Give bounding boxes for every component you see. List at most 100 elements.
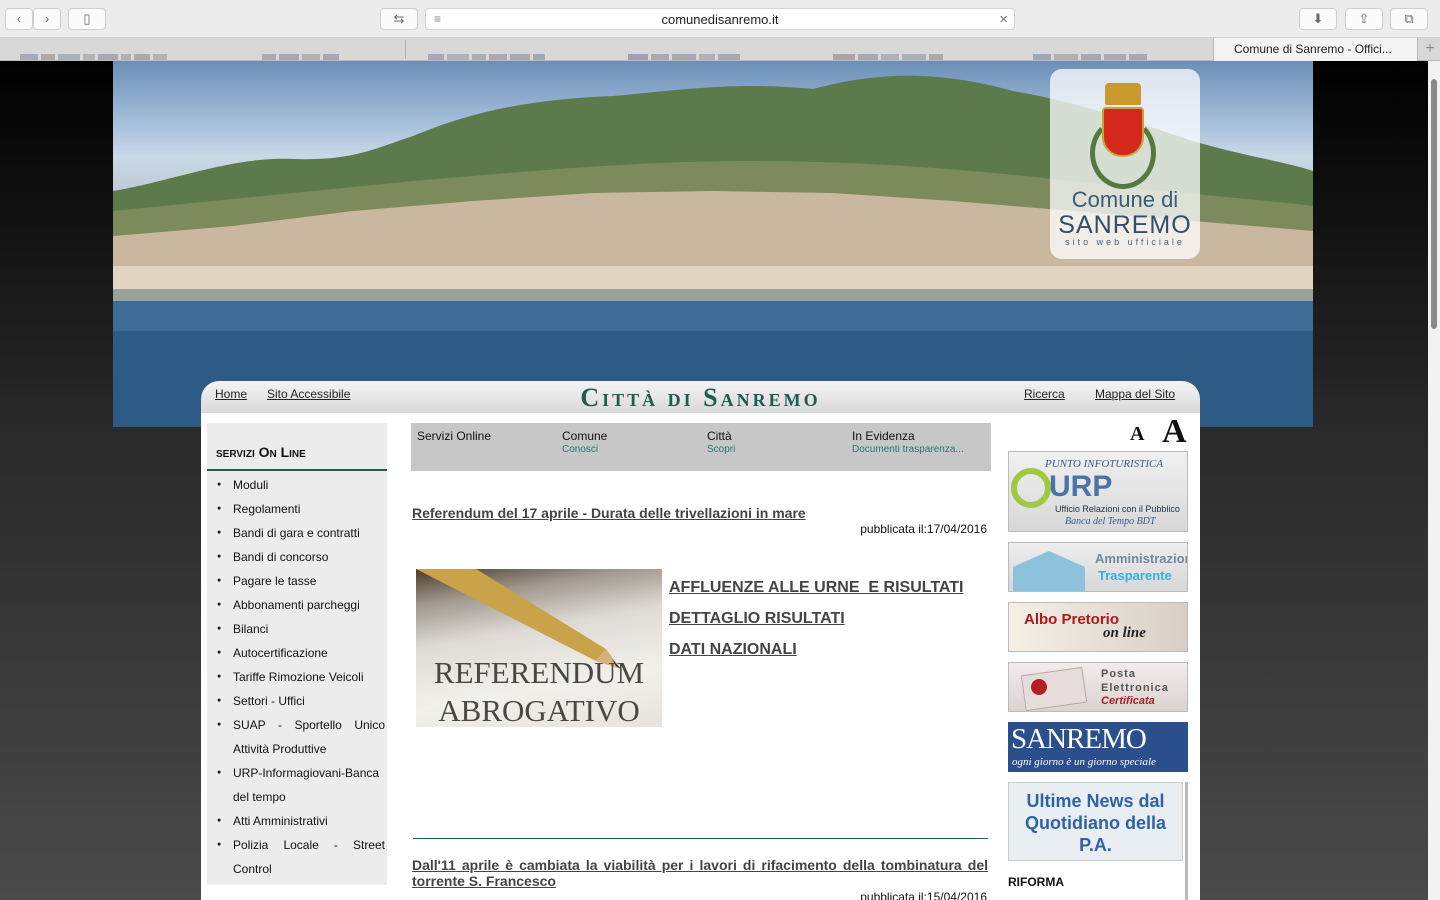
sidebar-item-bandi-concorso[interactable]: Bandi di concorso	[207, 545, 387, 569]
blurred-tab[interactable]	[428, 47, 548, 60]
share-icon: ⇪	[1358, 11, 1370, 26]
sidebar-divider	[207, 469, 387, 471]
tab-bar: Comune di Sanremo - Offici... +	[0, 38, 1440, 61]
sidebar-item-autocertificazione[interactable]: Autocertificazione	[207, 641, 387, 665]
tabs-overview-button[interactable]: ⧉	[1390, 8, 1428, 30]
sanremo-line2: ogni giorno è un giorno speciale	[1012, 756, 1156, 768]
blurred-tab[interactable]	[628, 47, 743, 60]
news-scrollbar[interactable]	[1185, 782, 1188, 900]
blurred-tab[interactable]	[262, 47, 342, 60]
sidebar-item-atti[interactable]: Atti Amministrativi	[207, 809, 387, 833]
tab-title: In Evidenza	[852, 429, 915, 443]
font-size-large-button[interactable]: A	[1162, 413, 1187, 451]
coat-of-arms-icon	[1102, 107, 1144, 157]
banner-photo: Comune di SANREMO sito web ufficiale	[113, 61, 1313, 427]
news-pa-title: Ultime News dal Quotidiano della P.A.	[1024, 791, 1166, 855]
sidebar-button[interactable]: ▯	[68, 8, 106, 30]
pec-line3: Certificata	[1101, 695, 1155, 707]
downloads-button[interactable]: ⬇	[1299, 8, 1337, 30]
link-affluenze[interactable]: AFFLUENZE ALLE URNE E RISULTATI	[669, 579, 964, 597]
article-title-referendum[interactable]: Referendum del 17 aprile - Durata delle …	[412, 505, 988, 521]
logo-text-line1: Comune di	[1071, 187, 1179, 212]
reader-icon[interactable]: ≡	[434, 9, 441, 30]
tab-servizi-online[interactable]: Servizi Online	[417, 429, 557, 444]
pec-line1: Posta	[1101, 668, 1136, 680]
tab-switch-button[interactable]: ⇆	[380, 8, 418, 30]
tabs-icon: ⧉	[1404, 11, 1414, 26]
urp-line2: URP	[1049, 470, 1113, 503]
urp-line4: Banca del Tempo BDT	[1065, 516, 1156, 527]
crown-icon	[1105, 83, 1141, 105]
sidebar-item-abbonamenti[interactable]: Abbonamenti parcheggi	[207, 593, 387, 617]
blurred-tab[interactable]	[1033, 47, 1150, 60]
swap-icon: ⇆	[393, 11, 405, 26]
tab-subtitle: Scopri	[707, 444, 736, 455]
image-text-referendum: REFERENDUM	[433, 655, 645, 690]
urp-line1: PUNTO INFOTURISTICA	[1045, 458, 1164, 470]
sidebar-item-polizia[interactable]: Polizia Locale - Street Control	[207, 833, 387, 881]
sidebar-item-suap[interactable]: SUAP - Sportello Unico Attività Produtti…	[207, 713, 387, 761]
font-size-small-button[interactable]: A	[1130, 423, 1144, 446]
tab-title: Città	[707, 429, 732, 443]
sidebar-item-pagare-tasse[interactable]: Pagare le tasse	[207, 569, 387, 593]
nav-sitemap-link[interactable]: Mappa del Sito	[1095, 387, 1175, 401]
link-dettaglio-risultati[interactable]: DETTAGLIO RISULTATI	[669, 610, 964, 628]
page-scrollbar[interactable]	[1428, 61, 1440, 900]
news-item-riforma[interactable]: RIFORMA	[1008, 875, 1064, 889]
forward-button[interactable]: ›	[33, 8, 61, 30]
main-nav-strip: Home Sito Accessibile Città di Sanremo R…	[201, 381, 1200, 413]
sidebar-item-moduli[interactable]: Moduli	[207, 473, 387, 497]
sanremo-speciale-banner[interactable]: SANREMO ogni giorno è un giorno speciale	[1008, 722, 1188, 772]
albo-line2: on line	[1103, 625, 1146, 641]
sidebar-item-bilanci[interactable]: Bilanci	[207, 617, 387, 641]
pec-banner[interactable]: Posta Elettronica Certificata	[1008, 662, 1188, 712]
albo-pretorio-banner[interactable]: Albo Pretorio on line	[1008, 602, 1188, 652]
new-tab-button[interactable]: +	[1420, 38, 1440, 61]
sidebar-item-urp[interactable]: URP-Informagiovani-Banca del tempo	[207, 761, 387, 809]
city-logo[interactable]: Comune di SANREMO sito web ufficiale	[1050, 69, 1200, 259]
tab-subtitle: Conosci	[562, 444, 599, 455]
chevron-left-icon: ‹	[16, 11, 22, 26]
share-button[interactable]: ⇪	[1345, 8, 1383, 30]
sidebar-item-tariffe[interactable]: Tariffe Rimozione Veicoli	[207, 665, 387, 689]
blurred-tab[interactable]	[20, 47, 170, 60]
tab-citta[interactable]: Città Scopri	[707, 429, 847, 455]
pec-line2: Elettronica	[1101, 682, 1169, 694]
sanremo-line1: SANREMO	[1011, 723, 1147, 755]
blurred-tab[interactable]	[833, 47, 946, 60]
tab-comune[interactable]: Comune Conosci	[562, 429, 702, 455]
logo-text-line3: sito web ufficiale	[1065, 237, 1185, 247]
trasparente-line2: Trasparente	[1098, 568, 1172, 583]
urp-banner[interactable]: PUNTO INFOTURISTICA URP Ufficio Relazion…	[1008, 451, 1188, 532]
address-bar[interactable]: ≡ comunedisanremo.it ×	[425, 8, 1015, 30]
scrollbar-thumb[interactable]	[1431, 79, 1437, 329]
section-tabs: Servizi Online Comune Conosci Città Scop…	[411, 423, 991, 471]
close-icon[interactable]: ×	[999, 9, 1008, 30]
back-button[interactable]: ‹	[5, 8, 33, 30]
sidebar: servizi On Line Moduli Regolamenti Bandi…	[207, 423, 387, 885]
news-pa-box[interactable]: Ultime News dal Quotidiano della P.A.	[1008, 782, 1183, 861]
logo-text-line2: SANREMO	[1058, 211, 1192, 239]
urp-line3: Ufficio Relazioni con il Pubblico	[1055, 504, 1180, 514]
link-dati-nazionali[interactable]: DATI NAZIONALI	[669, 641, 964, 659]
wax-seal-icon	[1031, 679, 1047, 695]
sidebar-title: servizi On Line	[216, 444, 306, 460]
amministrazione-trasparente-banner[interactable]: Amministrazione Trasparente	[1008, 542, 1188, 592]
sidebar-item-settori[interactable]: Settori - Uffici	[207, 689, 387, 713]
plus-icon: +	[1425, 40, 1435, 57]
tab-title: Comune	[562, 429, 608, 443]
tab-title: Servizi Online	[417, 429, 492, 443]
sidebar-item-bandi-gara[interactable]: Bandi di gara e contratti	[207, 521, 387, 545]
chevron-right-icon: ›	[44, 11, 50, 26]
referendum-image[interactable]: REFERENDUM ABROGATIVO	[416, 569, 662, 727]
article-date: pubblicata il:17/04/2016	[860, 522, 987, 536]
tab-active[interactable]: Comune di Sanremo - Offici...	[1213, 38, 1418, 61]
download-icon: ⬇	[1312, 11, 1324, 26]
nav-search-link[interactable]: Ricerca	[1024, 387, 1065, 401]
article-title-viabilita[interactable]: Dall'11 aprile è cambiata la viabilità p…	[412, 857, 988, 889]
sidebar-item-regolamenti[interactable]: Regolamenti	[207, 497, 387, 521]
image-text-abrogativo: ABROGATIVO	[438, 693, 640, 727]
tab-in-evidenza[interactable]: In Evidenza Documenti trasparenza...	[852, 429, 992, 455]
sidebar-icon: ▯	[83, 11, 91, 26]
main-content: servizi On Line Moduli Regolamenti Bandi…	[201, 413, 1200, 900]
